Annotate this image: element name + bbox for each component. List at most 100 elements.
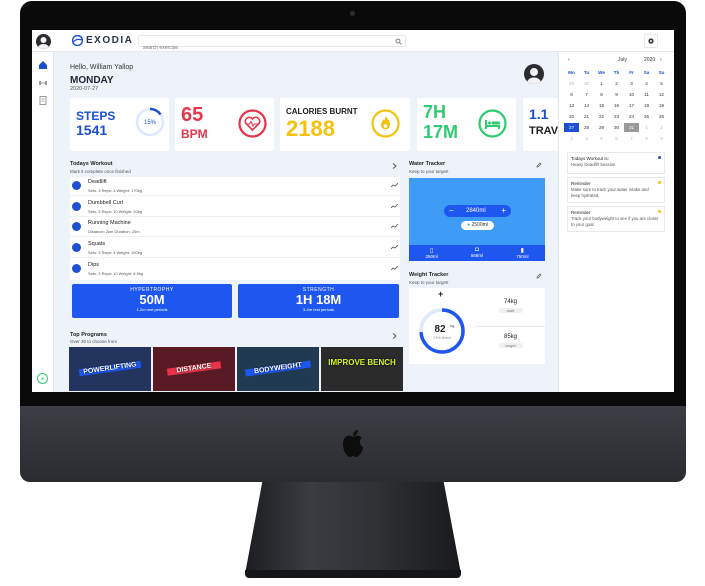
chart-icon[interactable]	[391, 224, 398, 229]
calendar-day[interactable]: 2	[609, 79, 624, 88]
cup-option[interactable]: ◘ 568ml	[454, 245, 499, 261]
calendar-day[interactable]: 2	[654, 123, 669, 132]
chart-icon[interactable]	[391, 183, 398, 188]
calendar-day[interactable]: 29	[594, 123, 609, 132]
minus-icon[interactable]: −	[449, 206, 454, 215]
heart-rate-card[interactable]: 65 BPM	[175, 98, 274, 151]
check-icon[interactable]	[72, 264, 81, 273]
workout-item[interactable]: Dumbbell Curl Sets: 3 Reps: 10 Weight: 2…	[70, 198, 400, 217]
check-icon[interactable]	[72, 243, 81, 252]
screen: EXODIA ● Hello, William Yallop MONDAY 20…	[32, 30, 674, 392]
calendar-day[interactable]: 19	[654, 101, 669, 110]
plus-icon[interactable]: +	[501, 206, 506, 215]
calendar-day[interactable]: 5	[594, 134, 609, 143]
program-card[interactable]: DISTANCE	[153, 347, 235, 391]
search-icon[interactable]	[395, 38, 402, 45]
calendar-day[interactable]: 3	[624, 79, 639, 88]
gear-icon	[648, 38, 654, 44]
calendar-day[interactable]: 11	[639, 90, 654, 99]
calendar-day[interactable]: 10	[624, 90, 639, 99]
prev-month-icon[interactable]: ‹	[568, 57, 570, 63]
calendar-day[interactable]: 8	[639, 134, 654, 143]
workout-item[interactable]: Squats Sets: 3 Reps: 4 Weight: 100kg	[70, 239, 400, 258]
workout-item[interactable]: Dips Sets: 3 Reps: 10 Weight: 8.5kg	[70, 260, 400, 279]
app-logo[interactable]: EXODIA	[72, 35, 133, 46]
calendar-day[interactable]: 7	[624, 134, 639, 143]
calendar-day[interactable]: 4	[579, 134, 594, 143]
check-icon[interactable]	[72, 181, 81, 190]
calendar-day[interactable]: 16	[609, 101, 624, 110]
calendar-day[interactable]: 6	[609, 134, 624, 143]
program-card[interactable]: IMPROVE BENCH	[321, 347, 403, 391]
program-card[interactable]: BODYWEIGHT	[237, 347, 319, 391]
calories-card[interactable]: CALORIES BURNT 2188	[280, 98, 410, 151]
calendar-day[interactable]: 4	[639, 79, 654, 88]
calendar-day[interactable]: 20	[564, 112, 579, 121]
calendar-day[interactable]: 25	[639, 112, 654, 121]
water-stepper[interactable]: − 2840ml +	[444, 205, 511, 217]
check-icon[interactable]	[72, 202, 81, 211]
calendar-day[interactable]: 1	[594, 79, 609, 88]
calendar-day[interactable]: 3	[564, 134, 579, 143]
calendar-day[interactable]: 8	[594, 90, 609, 99]
calendar-day[interactable]: 24	[624, 112, 639, 121]
calories-value: 2188	[286, 116, 335, 141]
calendar-day[interactable]: 23	[609, 112, 624, 121]
calendar-day[interactable]: 1	[639, 123, 654, 132]
calendar-day[interactable]: 31	[624, 123, 639, 132]
cup-option[interactable]: ▮ 750ml	[500, 245, 545, 261]
chevron-right-icon[interactable]	[392, 163, 397, 169]
home-icon[interactable]	[38, 60, 48, 70]
calendar-day[interactable]: 26	[654, 112, 669, 121]
cup-option[interactable]: ▯ 250ml	[409, 245, 454, 261]
workout-item[interactable]: Running Machine Distance: 2km Duration: …	[70, 218, 400, 237]
calendar-day[interactable]: 28	[579, 123, 594, 132]
calendar-day[interactable]: 7	[579, 90, 594, 99]
workout-title: Todays Workout	[70, 161, 113, 167]
calendar-day[interactable]: 30	[579, 79, 594, 88]
calendar-day[interactable]: 12	[654, 90, 669, 99]
travel-card[interactable]: 1.1 TRAVE	[523, 98, 565, 151]
profile-avatar[interactable]	[524, 64, 544, 84]
calendar-day[interactable]: 9	[609, 90, 624, 99]
user-avatar[interactable]	[36, 34, 51, 49]
calendar-day[interactable]: 9	[654, 134, 669, 143]
status-indicator-icon[interactable]: ●	[37, 373, 48, 384]
calendar-day[interactable]: 13	[564, 101, 579, 110]
next-month-icon[interactable]: ›	[660, 57, 662, 63]
calendar-day[interactable]: 18	[639, 101, 654, 110]
edit-icon[interactable]	[536, 273, 542, 279]
calendar-day[interactable]: 22	[594, 112, 609, 121]
settings-button[interactable]	[644, 34, 658, 48]
calendar-day[interactable]: 17	[624, 101, 639, 110]
calendar-day[interactable]: 5	[654, 79, 669, 88]
chart-icon[interactable]	[391, 266, 398, 271]
calendar-day[interactable]: 30	[609, 123, 624, 132]
steps-card[interactable]: STEPS 1541 15%	[70, 98, 169, 151]
workout-item[interactable]: Deadlift Sets: 3 Reps: 4 Weight: 170kg	[70, 177, 400, 196]
search-input[interactable]	[139, 43, 389, 53]
calendar-day[interactable]: 27	[564, 123, 579, 132]
program-card[interactable]: POWERLIFTING	[69, 347, 151, 391]
chart-icon[interactable]	[391, 204, 398, 209]
camera-icon	[350, 11, 355, 16]
calendar-day[interactable]: 21	[579, 112, 594, 121]
calendar-day[interactable]: 14	[579, 101, 594, 110]
check-icon[interactable]	[72, 222, 81, 231]
note-card[interactable]: Reminder Track your bodyweight to see if…	[567, 206, 665, 232]
edit-icon[interactable]	[536, 162, 542, 168]
note-card[interactable]: Todays Workout is: Heavy Deadlift Sessio…	[567, 152, 665, 174]
dumbbell-icon[interactable]	[38, 78, 48, 88]
sleep-card[interactable]: 7H 17M	[417, 98, 516, 151]
calendar-day[interactable]: 6	[564, 90, 579, 99]
calendar-day[interactable]: 29	[564, 79, 579, 88]
chevron-right-icon[interactable]	[392, 333, 397, 339]
add-weight-icon[interactable]: +	[438, 289, 443, 299]
clipboard-icon[interactable]	[38, 95, 48, 105]
steps-value: 1541	[76, 122, 108, 138]
strength-banner[interactable]: STRENGTH 1H 18M 3-4m rest periods	[238, 284, 399, 318]
note-card[interactable]: Reminder Make sure to track your water i…	[567, 177, 665, 203]
chart-icon[interactable]	[391, 245, 398, 250]
hypertrophy-banner[interactable]: HYPERTROPHY 50M 1-2m rest periods	[72, 284, 232, 318]
calendar-day[interactable]: 15	[594, 101, 609, 110]
